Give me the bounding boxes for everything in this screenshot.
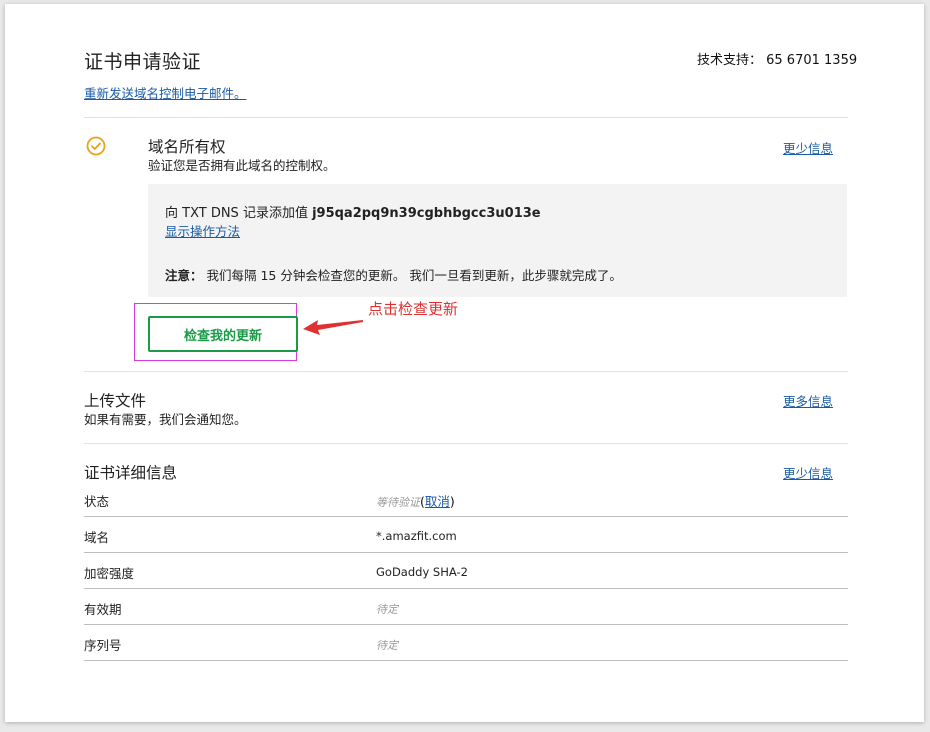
domain-ownership-title: 域名所有权 [148, 138, 226, 156]
cert-details-less-info-link[interactable]: 更少信息 [783, 463, 833, 482]
divider [84, 371, 848, 372]
status-label: 状态 [84, 494, 110, 509]
upload-file-title: 上传文件 [84, 392, 147, 410]
upload-file-more-info-link[interactable]: 更多信息 [783, 391, 833, 410]
domain-value: *.amazfit.com [376, 529, 457, 543]
cert-details-title: 证书详细信息 [84, 464, 178, 482]
note-text: 我们每隔 15 分钟会检查您的更新。 我们一旦看到更新，此步骤就完成了。 [202, 268, 622, 283]
encryption-label: 加密强度 [84, 566, 135, 581]
domain-label: 域名 [84, 530, 110, 545]
status-paren-close: ) [449, 494, 455, 509]
upload-file-description: 如果有需要，我们会通知您。 [84, 412, 247, 427]
serial-label: 序列号 [84, 638, 122, 653]
certificate-verification-card: 证书申请验证 技术支持： 65 6701 1359 重新发送域名控制电子邮件。 … [5, 4, 924, 722]
dns-instruction: 向 TXT DNS 记录添加值 j95qa2pq9n39cgbhbgcc3u01… [165, 202, 541, 221]
note-label: 注意： [165, 268, 203, 283]
row-divider [84, 588, 848, 589]
validity-label: 有效期 [84, 602, 122, 617]
divider [84, 443, 848, 444]
validity-value: 待定 [376, 603, 398, 616]
update-note: 注意： 我们每隔 15 分钟会检查您的更新。 我们一旦看到更新，此步骤就完成了。 [165, 265, 622, 284]
row-divider [84, 552, 848, 553]
annotation-arrow-icon [303, 320, 363, 335]
domain-ownership-less-info-link[interactable]: 更少信息 [783, 138, 833, 157]
status-value: 等待验证(取消) [376, 491, 455, 510]
page-title: 证书申请验证 [84, 51, 202, 73]
row-divider [84, 516, 848, 517]
row-divider [84, 660, 848, 661]
cancel-link[interactable]: 取消 [425, 494, 450, 509]
dns-txt-value: j95qa2pq9n39cgbhbgcc3u013e [312, 206, 541, 221]
check-updates-button[interactable]: 检查我的更新 [148, 316, 298, 352]
divider [84, 117, 848, 118]
show-how-link[interactable]: 显示操作方法 [165, 221, 240, 240]
resend-email-link[interactable]: 重新发送域名控制电子邮件。 [84, 83, 247, 102]
row-divider [84, 624, 848, 625]
domain-ownership-description: 验证您是否拥有此域名的控制权。 [148, 158, 336, 173]
serial-value: 待定 [376, 639, 398, 652]
support-phone: 技术支持： 65 6701 1359 [697, 53, 858, 68]
dns-instruction-prefix: 向 TXT DNS 记录添加值 [165, 206, 313, 221]
status-value-text: 等待验证 [376, 496, 420, 509]
annotation-text: 点击检查更新 [368, 300, 459, 318]
check-circle-icon [86, 136, 106, 156]
encryption-value: GoDaddy SHA-2 [376, 565, 468, 579]
